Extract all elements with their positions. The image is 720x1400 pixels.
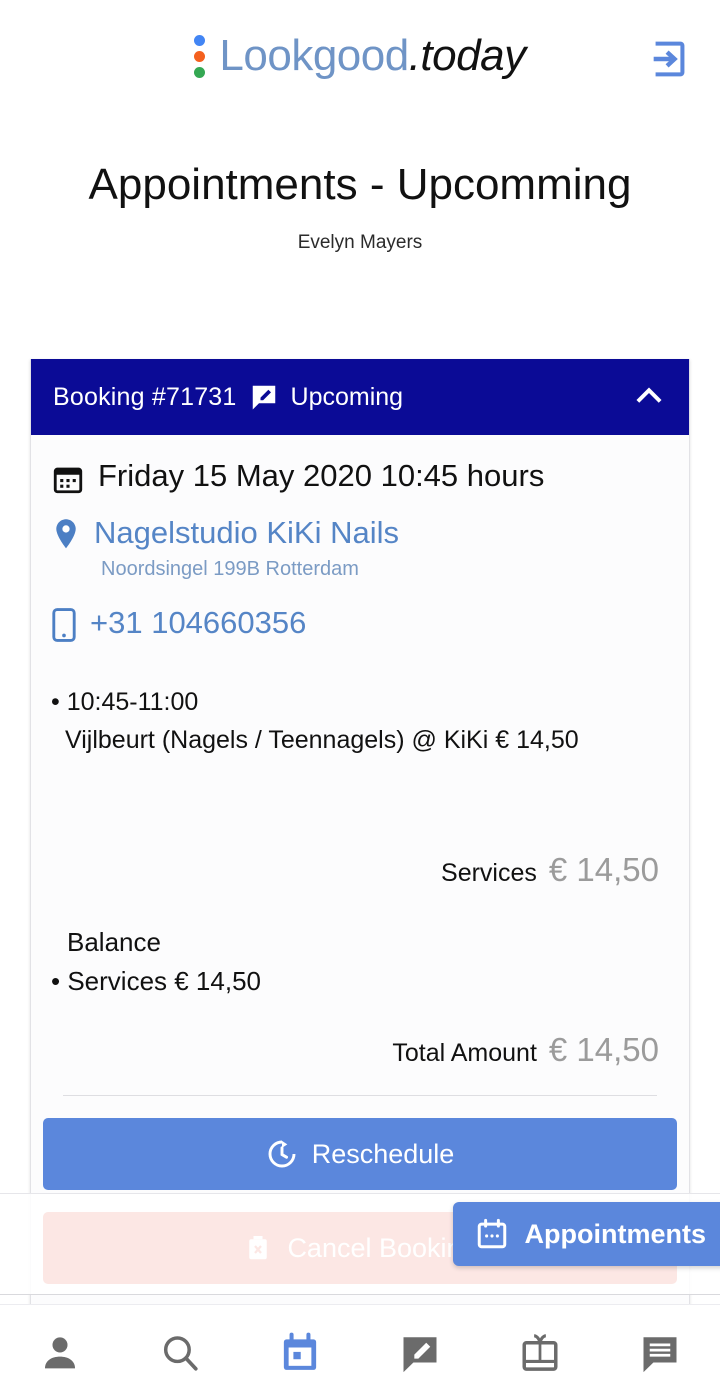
app-root: Lookgood.today Appointments - Upcomming … <box>0 0 720 1400</box>
bottom-navigation <box>0 1304 720 1400</box>
top-bar: Lookgood.today <box>0 0 720 112</box>
phone-number: +31 104660356 <box>90 605 307 640</box>
calendar-icon <box>53 467 83 494</box>
brand-suffix: .today <box>408 31 526 80</box>
chat-icon <box>643 1336 677 1372</box>
service-description: Vijlbeurt (Nagels / Teennagels) @ KiKi €… <box>65 726 579 754</box>
giftcard-icon <box>522 1333 558 1371</box>
login-button[interactable] <box>640 30 698 88</box>
booking-card: Booking #71731 Upcoming Friday 15 May 20… <box>30 359 690 1309</box>
chevron-up-icon <box>636 386 662 403</box>
review-bubble-icon <box>252 385 275 410</box>
cancel-booking-label: Cancel Booking <box>287 1232 477 1263</box>
mobile-phone-icon <box>52 608 76 642</box>
brand-name: Lookgood <box>219 31 409 80</box>
phone-row[interactable]: +31 104660356 <box>51 605 669 642</box>
reschedule-button[interactable]: Reschedule <box>43 1118 677 1190</box>
booking-number: Booking #71731 <box>53 382 237 411</box>
booking-header-left: Booking #71731 Upcoming <box>53 382 631 412</box>
nav-item-search[interactable] <box>120 1305 240 1400</box>
search-icon <box>163 1335 198 1371</box>
logo-dot-orange <box>194 50 206 62</box>
nav-item-profile[interactable] <box>0 1305 120 1400</box>
nav-item-appointments[interactable] <box>240 1305 360 1400</box>
appointment-date-row: Friday 15 May 2020 10:45 hours <box>51 457 669 496</box>
services-total-label: Services <box>441 859 537 887</box>
page-heading-block: Appointments - Upcomming Evelyn Mayers <box>0 160 720 254</box>
venue-address: Noordsingel 199B Rotterdam <box>101 558 359 580</box>
appointment-date: Friday 15 May 2020 10:45 hours <box>98 458 545 493</box>
booking-card-body: Friday 15 May 2020 10:45 hours Nagelstud… <box>31 435 689 1096</box>
service-item: • 10:45-11:00 Vijlbeurt (Nagels / Teenna… <box>51 688 669 755</box>
venue-name: Nagelstudio KiKi Nails <box>94 515 399 550</box>
login-icon <box>653 41 685 77</box>
logo-dot-blue <box>194 34 206 46</box>
balance-block: Balance • Services € 14,50 <box>51 927 669 997</box>
nav-item-reviews[interactable] <box>360 1305 480 1400</box>
services-total-row: Services € 14,50 <box>51 851 669 889</box>
venue-row[interactable]: Nagelstudio KiKi Nails <box>51 514 669 552</box>
calendar-icon <box>283 1332 317 1370</box>
services-total-value: € 14,50 <box>548 851 659 888</box>
booking-card-header[interactable]: Booking #71731 Upcoming <box>31 359 689 435</box>
brand-logo[interactable]: Lookgood.today <box>194 31 526 81</box>
total-amount-label: Total Amount <box>392 1039 537 1067</box>
total-amount-value: € 14,50 <box>548 1031 659 1068</box>
reschedule-label: Reschedule <box>311 1138 455 1169</box>
service-time: • 10:45-11:00 <box>51 688 199 716</box>
review-bubble-icon <box>403 1336 437 1372</box>
booking-status: Upcoming <box>290 382 404 411</box>
location-pin-icon <box>56 519 76 549</box>
page-subtitle: Evelyn Mayers <box>297 232 423 254</box>
nav-item-giftcards[interactable] <box>480 1305 600 1400</box>
person-icon <box>44 1336 76 1368</box>
page-title: Appointments - Upcomming <box>88 160 632 209</box>
collapse-button[interactable] <box>631 377 667 418</box>
service-list: • 10:45-11:00 Vijlbeurt (Nagels / Teenna… <box>51 688 669 755</box>
brand-text: Lookgood.today <box>219 31 526 81</box>
total-amount-row: Total Amount € 14,50 <box>51 1031 669 1069</box>
update-clock-icon <box>268 1140 296 1168</box>
floating-appointments-label: Appointments <box>524 1218 707 1249</box>
logo-dots-icon <box>194 34 206 78</box>
logo-dot-green <box>194 66 206 78</box>
delete-trash-icon <box>249 1236 268 1260</box>
balance-title: Balance <box>67 927 161 957</box>
floating-appointments-button[interactable]: Appointments <box>452 1202 720 1266</box>
balance-item: • Services € 14,50 <box>51 966 261 996</box>
nav-item-messages[interactable] <box>600 1305 720 1400</box>
calendar-icon <box>477 1218 506 1249</box>
